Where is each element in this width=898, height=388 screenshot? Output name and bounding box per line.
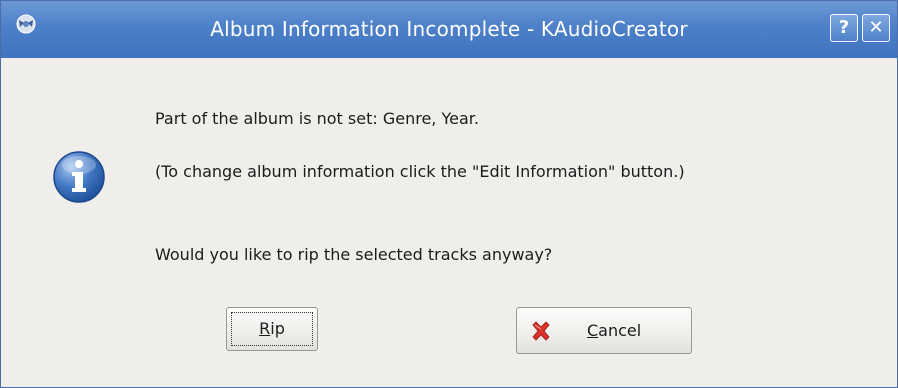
help-button[interactable]: ? xyxy=(830,14,858,42)
rip-mnemonic: R xyxy=(259,319,271,338)
close-button[interactable]: ✕ xyxy=(862,14,890,42)
rip-button-label: Rip xyxy=(227,308,317,350)
information-icon xyxy=(53,151,105,203)
rip-label-rest: ip xyxy=(270,319,285,338)
dialog-window: Album Information Incomplete - KAudioCre… xyxy=(0,0,898,388)
cancel-button[interactable]: Cancel xyxy=(516,307,692,354)
cancel-x-icon xyxy=(532,321,550,341)
message-missing-fields: Part of the album is not set: Genre, Yea… xyxy=(155,109,479,128)
message-edit-hint: (To change album information click the "… xyxy=(155,162,685,181)
window-title: Album Information Incomplete - KAudioCre… xyxy=(210,17,688,41)
cancel-label-rest: ancel xyxy=(598,321,642,340)
rip-button[interactable]: Rip xyxy=(226,307,318,351)
title-bar[interactable]: Album Information Incomplete - KAudioCre… xyxy=(1,1,897,58)
cancel-mnemonic: C xyxy=(587,321,599,340)
message-question: Would you like to rip the selected track… xyxy=(155,245,553,264)
dialog-content: Part of the album is not set: Genre, Yea… xyxy=(1,58,897,387)
cancel-button-label: Cancel xyxy=(587,308,641,353)
